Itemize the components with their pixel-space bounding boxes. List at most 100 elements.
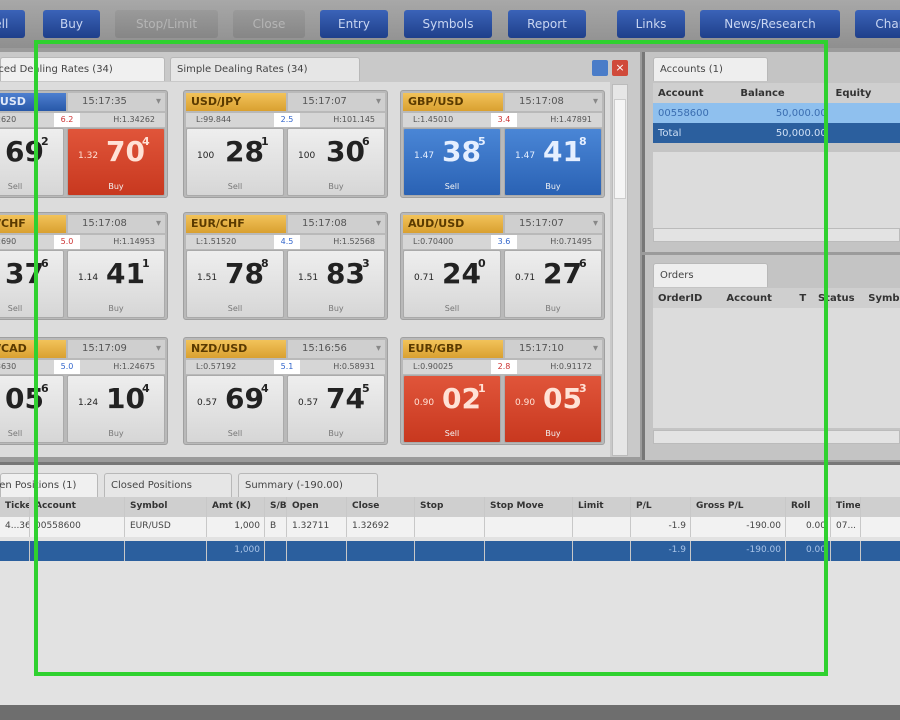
buy-price-button[interactable]: 0.90 05 3 Buy [504,375,602,443]
chevron-down-icon[interactable]: ▾ [376,215,381,233]
range-info: L:1.45010 3.4 H:1.47891 [403,113,602,127]
column-header[interactable]: Account [721,293,794,304]
column-header[interactable]: Symbol [863,293,900,304]
sell-price-button[interactable]: 0.90 02 1 Sell [403,375,501,443]
buy-price-button[interactable]: 0.57 74 5 Buy [287,375,385,443]
column-header[interactable]: Ticket [0,497,30,517]
column-header[interactable]: Stop Move [485,497,573,517]
toolbar-button-close[interactable]: Close [233,10,305,38]
table-cell: 0.00 [786,517,831,537]
buy-price-button[interactable]: 1.24 10 4 Buy [67,375,165,443]
chevron-down-icon[interactable]: ▾ [156,93,161,111]
price-prefix: 1.51 [298,273,319,283]
currency-pair[interactable]: GBP/USD [403,93,503,111]
sell-price-button[interactable]: 100 28 1 Sell [186,128,284,196]
toolbar-button-buy[interactable]: Buy [43,10,100,38]
price-pip: 5 [478,135,486,148]
detach-icon[interactable] [592,60,608,76]
chevron-down-icon[interactable]: ▾ [376,340,381,358]
buy-price-button[interactable]: 1.32 70 4 Buy [67,128,165,196]
buy-label: Buy [545,304,561,313]
toolbar-button-charts[interactable]: Charts [855,10,900,38]
sell-price-button[interactable]: 0.71 24 0 Sell [403,250,501,318]
chevron-down-icon[interactable]: ▾ [593,340,598,358]
price-pip: 3 [362,257,370,270]
toolbar-button-news-research[interactable]: News/Research [700,10,840,38]
buy-price-button[interactable]: 1.14 41 1 Buy [67,250,165,318]
buy-price-button[interactable]: 0.71 27 6 Buy [504,250,602,318]
toolbar-button-links[interactable]: Links [617,10,685,38]
sell-price-button[interactable]: 1.47 38 5 Sell [403,128,501,196]
column-header[interactable]: Gross P/L [691,497,786,517]
column-header[interactable]: Balance [735,88,830,99]
column-header[interactable]: Account [653,88,735,99]
table-row[interactable]: Total 50,000.00 [653,123,900,143]
column-header[interactable]: Symbol [125,497,207,517]
buy-label: Buy [545,182,561,191]
column-header[interactable]: Time [831,497,861,517]
buy-price-button[interactable]: 100 30 6 Buy [287,128,385,196]
chevron-down-icon[interactable]: ▾ [156,340,161,358]
column-header[interactable]: S/B [265,497,287,517]
sell-price-button[interactable]: 37 6 Sell [0,250,64,318]
tab-closed-positions[interactable]: Closed Positions [104,473,232,497]
tab-orders[interactable]: Orders [653,263,768,287]
currency-pair[interactable]: EUR/USD [0,93,66,111]
column-header[interactable]: Close [347,497,415,517]
rates-scrollbar[interactable] [612,84,628,456]
currency-pair[interactable]: USD/JPY [186,93,286,111]
total-row[interactable]: 1,000 -1.9 -190.00 0.00 [0,541,900,561]
toolbar-button-symbols[interactable]: Symbols [404,10,492,38]
column-header[interactable]: T [794,293,813,304]
price-prefix: 0.71 [414,273,435,283]
currency-pair[interactable]: USD/CHF [0,215,66,233]
column-header[interactable]: Equity [831,88,900,99]
column-header[interactable]: P/L [631,497,691,517]
column-header[interactable]: OrderID [653,293,721,304]
table-row[interactable]: 4...36 00558600 EUR/USD 1,000 B 1.32711 1.3269… [0,517,900,537]
column-header[interactable]: Account [30,497,125,517]
sell-price-button[interactable]: 1.51 78 8 Sell [186,250,284,318]
currency-pair[interactable]: NZD/USD [186,340,286,358]
price-big-figure: 10 [106,382,145,415]
column-header[interactable]: Amt (K) [207,497,265,517]
high-price: H:1.34262 [113,115,155,124]
column-header[interactable]: Roll [786,497,831,517]
buy-price-button[interactable]: 1.47 41 8 Buy [504,128,602,196]
price-pip: 6 [41,382,49,395]
tab-summary[interactable]: Summary (-190.00) [238,473,378,497]
chevron-down-icon[interactable]: ▾ [593,93,598,111]
tab-simple-dealing-rates[interactable]: Simple Dealing Rates (34) [170,57,360,81]
sell-price-button[interactable]: 05 6 Sell [0,375,64,443]
sell-price-button[interactable]: 69 2 Sell [0,128,64,196]
table-cell [287,541,347,561]
tab-label: Accounts (1) [660,64,723,75]
close-icon[interactable]: × [612,60,628,76]
toolbar-button-sell[interactable]: Sell [0,10,25,38]
chevron-down-icon[interactable]: ▾ [376,93,381,111]
currency-pair[interactable]: EUR/CHF [186,215,286,233]
column-header[interactable]: Limit [573,497,631,517]
accounts-hscrollbar[interactable] [653,228,900,242]
scroll-thumb[interactable] [614,99,626,199]
toolbar-button-report[interactable]: Report [508,10,586,38]
tab-accounts[interactable]: Accounts (1) [653,57,768,81]
tab-open-positions[interactable]: Open Positions (1) [0,473,98,497]
tab-advanced-dealing-rates[interactable]: Advanced Dealing Rates (34) [0,57,165,81]
column-header[interactable]: Stop [415,497,485,517]
buy-price-button[interactable]: 1.51 83 3 Buy [287,250,385,318]
toolbar-button-stop-limit[interactable]: Stop/Limit [115,10,218,38]
chevron-down-icon[interactable]: ▾ [156,215,161,233]
orders-hscrollbar[interactable] [653,430,900,444]
currency-pair[interactable]: AUD/USD [403,215,503,233]
price-big-figure: 83 [326,257,365,290]
currency-pair[interactable]: EUR/GBP [403,340,503,358]
table-row[interactable]: 00558600 50,000.00 [653,103,900,123]
currency-pair[interactable]: USD/CAD [0,340,66,358]
toolbar-button-entry[interactable]: Entry [320,10,388,38]
column-header[interactable]: Open [287,497,347,517]
chevron-down-icon[interactable]: ▾ [593,215,598,233]
column-header[interactable]: Status [813,293,863,304]
sell-price-button[interactable]: 0.57 69 4 Sell [186,375,284,443]
price-big-figure: 74 [326,382,365,415]
